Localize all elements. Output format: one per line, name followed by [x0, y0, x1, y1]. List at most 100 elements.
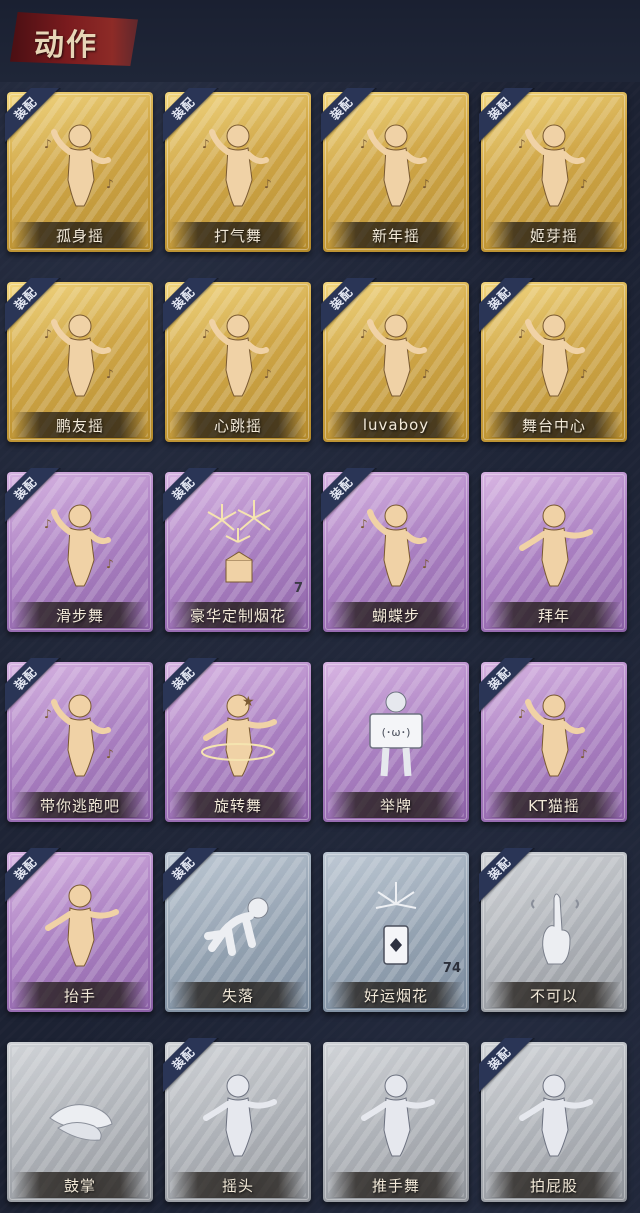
equip-ribbon: 装配 [479, 1038, 535, 1094]
emote-name: 摇头 [221, 1176, 254, 1195]
name-bar: 孤身摇 [13, 222, 147, 248]
name-bar: KT猫摇 [487, 792, 621, 818]
svg-text:♪: ♪ [580, 747, 588, 761]
svg-text:(･ω･): (･ω･) [382, 726, 411, 739]
svg-text:♪: ♪ [422, 367, 430, 381]
equip-label: 装配 [485, 94, 514, 123]
equip-badge[interactable]: 装配 [5, 88, 61, 144]
equip-badge[interactable]: 装配 [479, 1038, 535, 1094]
equip-ribbon: 装配 [479, 658, 535, 714]
emote-card[interactable]: 失落 装配 [163, 848, 313, 1018]
name-bar: 鹏友摇 [13, 412, 147, 438]
emote-card[interactable]: ★ 旋转舞 装配 [163, 658, 313, 828]
equip-label: 装配 [327, 474, 356, 503]
equip-badge[interactable]: 装配 [163, 1038, 219, 1094]
emote-card[interactable]: 拍屁股 装配 [479, 1038, 629, 1208]
equip-label: 装配 [11, 664, 40, 693]
equip-badge[interactable]: 装配 [5, 848, 61, 904]
name-bar: 滑步舞 [13, 602, 147, 628]
svg-text:♪: ♪ [106, 367, 114, 381]
equip-ribbon: 装配 [163, 88, 219, 144]
emote-name: KT猫摇 [528, 796, 580, 815]
equip-badge[interactable]: 装配 [163, 88, 219, 144]
equip-badge[interactable]: 装配 [5, 278, 61, 334]
emote-name: 打气舞 [213, 226, 262, 245]
equip-ribbon: 装配 [163, 658, 219, 714]
emote-name: 新年摇 [371, 226, 420, 245]
equip-badge[interactable]: 装配 [321, 278, 377, 334]
emote-name: 鼓掌 [63, 1176, 96, 1195]
equip-label: 装配 [169, 474, 198, 503]
emote-card[interactable]: ♪ ♪ 舞台中心 装配 [479, 278, 629, 448]
equip-badge[interactable]: 装配 [479, 88, 535, 144]
equip-badge[interactable]: 装配 [479, 278, 535, 334]
equip-badge[interactable]: 装配 [163, 848, 219, 904]
emote-card[interactable]: ♪ ♪ 打气舞 装配 [163, 88, 313, 258]
svg-text:♪: ♪ [264, 177, 272, 191]
equip-badge[interactable]: 装配 [479, 848, 535, 904]
name-bar: 抬手 [13, 982, 147, 1008]
emote-name: 举牌 [379, 796, 412, 815]
equip-badge[interactable]: 装配 [163, 468, 219, 524]
emote-card[interactable]: (･ω･) 举牌 [321, 658, 471, 828]
equip-badge[interactable]: 装配 [163, 658, 219, 714]
item-count: 7 [293, 581, 303, 596]
emote-card[interactable]: 7 豪华定制烟花 装配 [163, 468, 313, 638]
name-bar: 旋转舞 [171, 792, 305, 818]
equip-badge[interactable]: 装配 [5, 468, 61, 524]
name-bar: 举牌 [329, 792, 463, 818]
equip-badge[interactable]: 装配 [321, 468, 377, 524]
name-bar: 姬芽摇 [487, 222, 621, 248]
page-title: 动作 [34, 28, 98, 63]
equip-ribbon: 装配 [479, 88, 535, 144]
emote-name: 好运烟花 [363, 986, 428, 1005]
sign-board-icon: (･ω･) [356, 688, 436, 778]
clap-hands-icon [40, 1068, 120, 1158]
equip-label: 装配 [169, 854, 198, 883]
equip-ribbon: 装配 [163, 848, 219, 904]
name-bar: 摇头 [171, 1172, 305, 1198]
emote-card[interactable]: ♪ ♪ 心跳摇 装配 [163, 278, 313, 448]
equip-badge[interactable]: 装配 [321, 88, 377, 144]
emote-card[interactable]: ♪ ♪ 孤身摇 装配 [5, 88, 155, 258]
emote-card[interactable]: 推手舞 [321, 1038, 471, 1208]
emote-card[interactable]: ♪ ♪ 带你逃跑吧 装配 [5, 658, 155, 828]
equip-ribbon: 装配 [5, 88, 61, 144]
emote-name: luvaboy [362, 416, 430, 434]
equip-badge[interactable]: 装配 [479, 658, 535, 714]
emote-card[interactable]: ♪ ♪ KT猫摇 装配 [479, 658, 629, 828]
equip-label: 装配 [169, 284, 198, 313]
emote-card[interactable]: ♪ ♪ 鹏友摇 装配 [5, 278, 155, 448]
emote-name: 蝴蝶步 [371, 606, 420, 625]
emote-card[interactable]: ♪ ♪ luvaboy 装配 [321, 278, 471, 448]
svg-text:♪: ♪ [580, 177, 588, 191]
equip-ribbon: 装配 [163, 1038, 219, 1094]
equip-badge[interactable]: 装配 [163, 278, 219, 334]
greeting-figure-icon [514, 498, 594, 588]
equip-label: 装配 [11, 854, 40, 883]
equip-ribbon: 装配 [163, 278, 219, 334]
emote-card[interactable]: ♪ ♪ 滑步舞 装配 [5, 468, 155, 638]
emote-card[interactable]: 74 好运烟花 [321, 848, 471, 1018]
name-bar: 拍屁股 [487, 1172, 621, 1198]
emote-card[interactable]: ♪ ♪ 蝴蝶步 装配 [321, 468, 471, 638]
equip-ribbon: 装配 [479, 848, 535, 904]
emote-name: 鹏友摇 [55, 416, 104, 435]
emote-name: 舞台中心 [521, 416, 586, 435]
svg-text:★: ★ [242, 694, 255, 710]
emote-card[interactable]: 拜年 [479, 468, 629, 638]
emote-name: 抬手 [63, 986, 96, 1005]
emote-name: 拜年 [537, 606, 570, 625]
equip-badge[interactable]: 装配 [5, 658, 61, 714]
svg-text:♪: ♪ [422, 557, 430, 571]
emote-card[interactable]: 抬手 装配 [5, 848, 155, 1018]
emote-card[interactable]: 鼓掌 [5, 1038, 155, 1208]
equip-label: 装配 [169, 1044, 198, 1073]
emote-card[interactable]: 摇头 装配 [163, 1038, 313, 1208]
emote-card[interactable]: ♪ ♪ 姬芽摇 装配 [479, 88, 629, 258]
emote-card[interactable]: 不可以 装配 [479, 848, 629, 1018]
svg-text:♪: ♪ [106, 177, 114, 191]
svg-text:♪: ♪ [106, 747, 114, 761]
name-bar: 好运烟花 [329, 982, 463, 1008]
emote-card[interactable]: ♪ ♪ 新年摇 装配 [321, 88, 471, 258]
